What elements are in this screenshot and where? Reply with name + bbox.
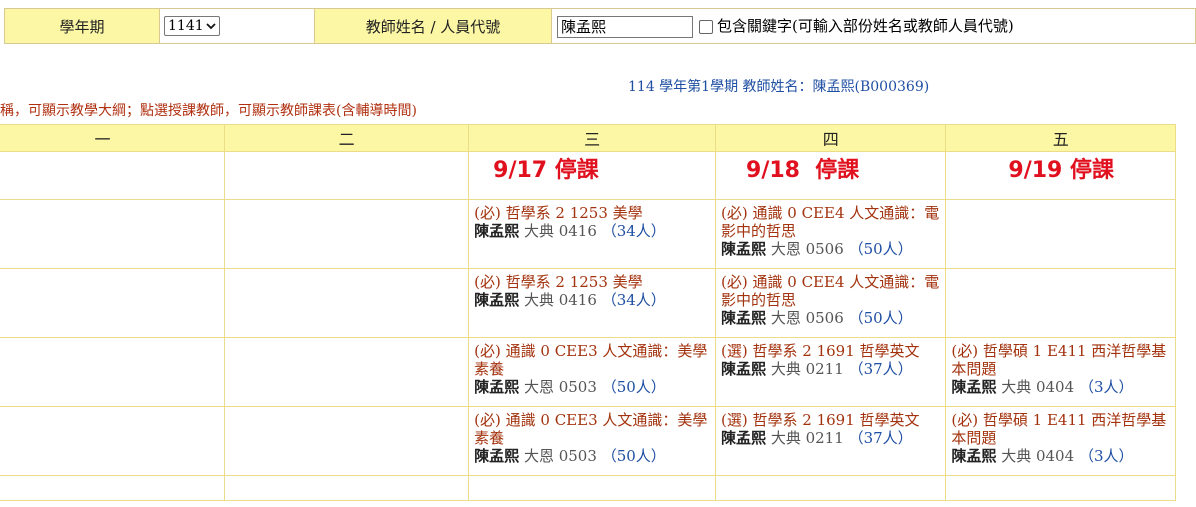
day-header-fri: 五	[945, 124, 1176, 152]
course-teacher-link[interactable]: 陳孟熙	[474, 378, 519, 396]
course-title-link[interactable]: (必) 哲學系 2 1253 美學	[474, 204, 711, 222]
course-title-link[interactable]: (必) 通識 0 CEE4 人文通識：電影中的哲思	[721, 273, 941, 309]
course-cell: (選) 哲學系 2 1691 哲學英文 陳孟熙 大典 0211 （37人）	[715, 406, 947, 476]
course-room: 大恩 0503	[523, 447, 597, 465]
notice-text: 稱，可顯示教學大綱；點選授課教師，可顯示教師課表(含輔導時間)	[0, 103, 417, 119]
course-title-link[interactable]: (選) 哲學系 2 1691 哲學英文	[721, 411, 941, 429]
course-teacher-link[interactable]: 陳孟熙	[721, 309, 766, 327]
course-enrollment: （34人）	[601, 222, 666, 240]
course-room: 大典 0416	[523, 291, 597, 309]
empty-cell	[224, 268, 470, 338]
course-enrollment: （37人）	[848, 360, 913, 378]
term-select-value: 1141	[168, 18, 204, 34]
course-enrollment: （50人）	[848, 309, 913, 327]
period-row: (必) 哲學系 2 1253 美學 陳孟熙 大典 0416 （34人） (必) …	[0, 268, 1176, 338]
course-cell: (必) 通識 0 CEE3 人文通識：美學素養 陳孟熙 大恩 0503 （50人…	[468, 337, 717, 407]
empty-cell	[224, 199, 470, 269]
course-title-link[interactable]: (必) 通識 0 CEE3 人文通識：美學素養	[474, 411, 711, 447]
chevron-down-icon	[206, 23, 216, 30]
empty-cell	[224, 406, 470, 476]
term-label: 學年期	[4, 8, 160, 44]
course-title-link[interactable]: (必) 通識 0 CEE3 人文通識：美學素養	[474, 342, 711, 378]
course-room: 大典 0211	[770, 429, 844, 447]
course-cell: (選) 哲學系 2 1691 哲學英文 陳孟熙 大典 0211 （37人）	[715, 337, 947, 407]
empty-cell	[0, 268, 226, 338]
cancel-note-thu: 9/18 停課	[715, 151, 947, 200]
course-teacher-link[interactable]: 陳孟熙	[474, 447, 519, 465]
teacher-label: 教師姓名 / 人員代號	[314, 8, 552, 44]
course-enrollment: （3人）	[1078, 378, 1134, 396]
course-title-link[interactable]: (必) 哲學碩 1 E411 西洋哲學基本問題	[951, 342, 1171, 378]
course-cell: (必) 哲學系 2 1253 美學 陳孟熙 大典 0416 （34人）	[468, 199, 717, 269]
day-header-wed: 三	[468, 124, 717, 152]
period-row	[0, 475, 1176, 501]
course-cell: (必) 通識 0 CEE4 人文通識：電影中的哲思 陳孟熙 大恩 0506 （5…	[715, 268, 947, 338]
course-enrollment: （34人）	[601, 291, 666, 309]
teacher-input[interactable]: 陳孟熙	[557, 15, 693, 38]
course-room: 大典 0211	[770, 360, 844, 378]
empty-cell	[0, 406, 226, 476]
course-teacher-link[interactable]: 陳孟熙	[951, 378, 996, 396]
cancel-note-fri: 9/19 停課	[945, 151, 1176, 200]
term-select[interactable]: 1141	[164, 16, 220, 36]
period-row: (必) 通識 0 CEE3 人文通識：美學素養 陳孟熙 大恩 0503 （50人…	[0, 406, 1176, 476]
keyword-label: 包含關鍵字(可輸入部份姓名或教師人員代號)	[717, 16, 1014, 35]
course-teacher-link[interactable]: 陳孟熙	[721, 360, 766, 378]
course-room: 大恩 0506	[770, 240, 844, 258]
course-room: 大典 0404	[1001, 447, 1075, 465]
term-cell: 1141	[159, 8, 315, 44]
course-title-link[interactable]: (必) 哲學系 2 1253 美學	[474, 273, 711, 291]
course-teacher-link[interactable]: 陳孟熙	[474, 291, 519, 309]
schedule-header: 一 二 三 四 五	[0, 124, 1176, 152]
course-cell: (必) 通識 0 CEE4 人文通識：電影中的哲思 陳孟熙 大恩 0506 （5…	[715, 199, 947, 269]
course-room: 大典 0416	[523, 222, 597, 240]
course-enrollment: （50人）	[848, 240, 913, 258]
empty-cell	[0, 337, 226, 407]
course-enrollment: （50人）	[601, 378, 666, 396]
teacher-info: 114 學年第1學期 教師姓名：陳孟熙(B000369)	[628, 76, 929, 96]
course-teacher-link[interactable]: 陳孟熙	[951, 447, 996, 465]
course-cell: (必) 哲學碩 1 E411 西洋哲學基本問題 陳孟熙 大典 0404 （3人）	[945, 406, 1176, 476]
empty-cell	[224, 151, 470, 200]
empty-cell	[0, 151, 226, 200]
empty-cell	[715, 475, 947, 501]
course-enrollment: （50人）	[601, 447, 666, 465]
course-title-link[interactable]: (選) 哲學系 2 1691 哲學英文	[721, 342, 941, 360]
course-cell: (必) 通識 0 CEE3 人文通識：美學素養 陳孟熙 大恩 0503 （50人…	[468, 406, 717, 476]
course-enrollment: （3人）	[1078, 447, 1134, 465]
course-teacher-link[interactable]: 陳孟熙	[474, 222, 519, 240]
cancel-note-wed: 9/17 停課	[468, 151, 717, 200]
schedule-table: 一 二 三 四 五 9/17 停課 9/18 停課 9/19 停課 (必) 哲學…	[0, 124, 1176, 501]
empty-cell	[224, 337, 470, 407]
empty-cell	[945, 199, 1176, 269]
keyword-checkbox[interactable]	[699, 19, 713, 34]
search-bar: 學年期 1141 教師姓名 / 人員代號 陳孟熙 包含關鍵字(可輸入部份姓名或教師…	[4, 8, 1196, 44]
course-title-link[interactable]: (必) 通識 0 CEE4 人文通識：電影中的哲思	[721, 204, 941, 240]
period-row: (必) 哲學系 2 1253 美學 陳孟熙 大典 0416 （34人） (必) …	[0, 199, 1176, 269]
period-row: (必) 通識 0 CEE3 人文通識：美學素養 陳孟熙 大恩 0503 （50人…	[0, 337, 1176, 407]
day-header-mon: 一	[0, 124, 226, 152]
course-room: 大恩 0503	[523, 378, 597, 396]
empty-cell	[468, 475, 717, 501]
course-title-link[interactable]: (必) 哲學碩 1 E411 西洋哲學基本問題	[951, 411, 1171, 447]
course-room: 大典 0404	[1001, 378, 1075, 396]
course-room: 大恩 0506	[770, 309, 844, 327]
course-teacher-link[interactable]: 陳孟熙	[721, 429, 766, 447]
empty-cell	[945, 475, 1176, 501]
day-header-tue: 二	[224, 124, 470, 152]
empty-cell	[0, 475, 226, 501]
teacher-cell: 陳孟熙 包含關鍵字(可輸入部份姓名或教師人員代號)	[551, 8, 1196, 44]
empty-cell	[224, 475, 470, 501]
course-cell: (必) 哲學系 2 1253 美學 陳孟熙 大典 0416 （34人）	[468, 268, 717, 338]
course-cell: (必) 哲學碩 1 E411 西洋哲學基本問題 陳孟熙 大典 0404 （3人）	[945, 337, 1176, 407]
empty-cell	[0, 199, 226, 269]
empty-cell	[945, 268, 1176, 338]
course-teacher-link[interactable]: 陳孟熙	[721, 240, 766, 258]
cancel-note-row: 9/17 停課 9/18 停課 9/19 停課	[0, 151, 1176, 200]
course-enrollment: （37人）	[848, 429, 913, 447]
day-header-thu: 四	[715, 124, 947, 152]
teacher-info-text: 114 學年第1學期 教師姓名：陳孟熙(B000369)	[628, 79, 930, 95]
